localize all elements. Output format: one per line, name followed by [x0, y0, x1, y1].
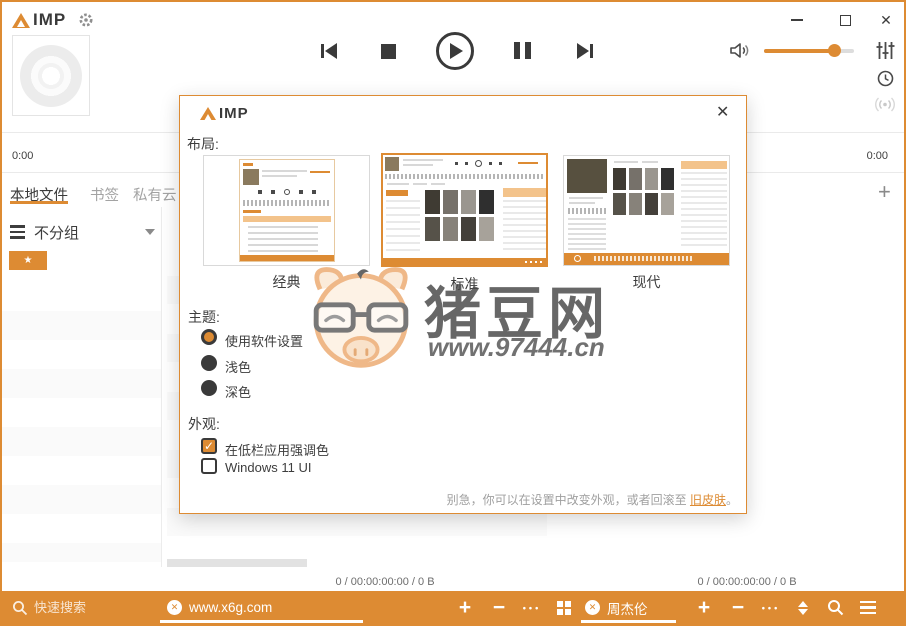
- radio-label-light[interactable]: 浅色: [225, 357, 251, 376]
- close-tab-icon[interactable]: ✕: [585, 600, 600, 615]
- group-label[interactable]: 不分组: [34, 222, 79, 243]
- radio-label-dark[interactable]: 深色: [225, 382, 251, 401]
- tab-bookmarks[interactable]: 书签: [90, 184, 119, 205]
- layout-option-modern[interactable]: [563, 155, 730, 266]
- quick-search-icon[interactable]: [12, 591, 28, 624]
- minimize-button[interactable]: [786, 10, 808, 30]
- volume-fill: [764, 49, 835, 53]
- close-button[interactable]: ✕: [875, 10, 897, 30]
- panel-divider: [161, 207, 162, 567]
- checkbox-windows11-ui[interactable]: [201, 458, 217, 474]
- next-button[interactable]: [572, 42, 598, 60]
- more-options-right[interactable]: •••: [758, 591, 784, 624]
- aimp-triangle-icon: [12, 12, 30, 28]
- horizontal-scrollbar[interactable]: [167, 559, 307, 567]
- maximize-button[interactable]: [834, 10, 856, 30]
- quick-search-input[interactable]: [34, 600, 144, 615]
- checkbox-label-windows11-ui[interactable]: Windows 11 UI: [225, 460, 311, 475]
- rating-filter-button[interactable]: ★: [9, 251, 47, 270]
- app-logo: IMP: [12, 10, 66, 30]
- volume-icon[interactable]: [729, 40, 750, 66]
- add-track-button-left[interactable]: +: [453, 591, 477, 624]
- volume-knob[interactable]: [828, 44, 841, 57]
- dialog-logo: IMP: [200, 105, 249, 122]
- previous-button[interactable]: [316, 42, 342, 60]
- play-button[interactable]: [436, 32, 474, 70]
- elapsed-time: 0:00: [12, 150, 34, 162]
- layout-option-standard[interactable]: [381, 153, 548, 267]
- playlist-tab-x6g[interactable]: ✕ www.x6g.com: [160, 591, 363, 624]
- dialog-footer-hint: 别急，你可以在设置中改变外观，或者回滚至 旧皮肤。: [447, 491, 738, 508]
- layout-label-standard: 标准: [450, 276, 479, 292]
- appearance-dialog: IMP ✕ 布局: 经典 标准 现代 主题: 使用软件设置 浅色 深色 外观: …: [179, 95, 747, 514]
- sort-icon[interactable]: [792, 591, 814, 624]
- remove-track-button-left[interactable]: −: [487, 591, 511, 624]
- radio-dark-theme[interactable]: [201, 380, 217, 396]
- total-time: 0:00: [866, 150, 888, 162]
- group-menu-icon[interactable]: [10, 225, 25, 239]
- radio-label-use-software-settings[interactable]: 使用软件设置: [225, 331, 303, 350]
- more-options-left[interactable]: •••: [519, 591, 545, 624]
- appearance-section-label: 外观:: [188, 416, 220, 432]
- grid-view-icon[interactable]: [553, 591, 575, 624]
- active-tab-underline: [10, 201, 68, 204]
- add-playlist-button[interactable]: +: [878, 181, 891, 203]
- footer-suffix: 。: [725, 493, 738, 507]
- layout-section-label: 布局:: [187, 136, 219, 152]
- broadcast-icon[interactable]: [873, 97, 897, 117]
- theme-section-label: 主题:: [188, 309, 220, 325]
- playlist-tab-jaychou[interactable]: ✕ 周杰伦: [581, 591, 676, 624]
- old-skin-link[interactable]: 旧皮肤: [690, 493, 726, 507]
- maximize-icon: [839, 14, 851, 26]
- settings-gear-icon[interactable]: [78, 12, 94, 33]
- menu-icon[interactable]: [856, 591, 880, 624]
- aimp-triangle-icon: [200, 107, 216, 121]
- add-track-button-right[interactable]: +: [692, 591, 716, 624]
- remove-track-button-right[interactable]: −: [726, 591, 750, 624]
- equalizer-icon[interactable]: [876, 41, 895, 65]
- playlist-tab-label: www.x6g.com: [189, 600, 273, 615]
- bottom-bar: ✕ www.x6g.com + − ••• ✕ 周杰伦 + − •••: [2, 591, 904, 624]
- close-tab-icon[interactable]: ✕: [167, 600, 182, 615]
- playlist-stats-right: 0 / 00:00:00:00 / 0 B: [697, 576, 797, 588]
- checkbox-label-accent-bottom-bar[interactable]: 在低栏应用强调色: [225, 440, 329, 459]
- minimize-icon: [791, 19, 803, 21]
- playlist-tab-label: 周杰伦: [607, 601, 648, 617]
- dialog-logo-text: IMP: [219, 105, 249, 122]
- footer-text: 别急，你可以在设置中改变外观，或者回滚至: [446, 493, 690, 507]
- checkbox-accent-bottom-bar[interactable]: ✓: [201, 438, 217, 454]
- left-track-list[interactable]: [2, 282, 161, 562]
- tab-private-cloud[interactable]: 私有云: [133, 184, 177, 205]
- cd-placeholder-icon: [20, 44, 82, 107]
- stop-button[interactable]: [380, 43, 396, 59]
- layout-option-classic[interactable]: [203, 155, 370, 266]
- album-art: [12, 35, 90, 116]
- active-playlist-underline: [581, 620, 676, 623]
- aimp-window: IMP ✕ 0:00 0:00 本地文件 书签 私有云 + 不分组 ★ 0 / …: [0, 0, 906, 626]
- radio-use-software-settings[interactable]: [201, 329, 217, 345]
- layout-label-modern: 现代: [632, 274, 661, 290]
- active-playlist-underline: [160, 620, 363, 623]
- close-icon: ✕: [880, 12, 892, 28]
- chevron-down-icon[interactable]: [145, 229, 155, 235]
- pause-button[interactable]: [514, 42, 531, 59]
- layout-label-classic: 经典: [272, 274, 301, 290]
- playlist-stats-left: 0 / 00:00:00:00 / 0 B: [335, 576, 435, 588]
- search-icon[interactable]: [824, 591, 846, 624]
- app-logo-text: IMP: [33, 10, 67, 29]
- volume-slider[interactable]: [764, 44, 854, 57]
- scheduler-clock-icon[interactable]: [877, 70, 894, 92]
- radio-light-theme[interactable]: [201, 355, 217, 371]
- dialog-close-icon[interactable]: ✕: [716, 102, 729, 122]
